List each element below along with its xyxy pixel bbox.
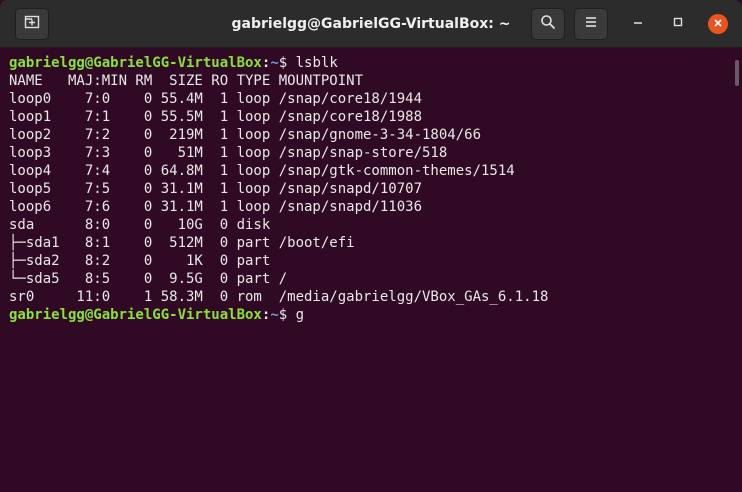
prompt-symbol: $ [278,307,296,323]
output-line: loop1 7:1 0 55.5M 1 loop /snap/core18/19… [9,109,423,125]
new-tab-icon [24,14,40,35]
minimize-button[interactable] [628,14,648,34]
output-line: NAME MAJ:MIN RM SIZE RO TYPE MOUNTPOINT [9,73,364,89]
search-button[interactable] [531,8,565,40]
scrollbar[interactable] [735,60,739,86]
output-line: ├─sda2 8:2 0 1K 0 part [9,253,279,269]
output-line: sda 8:0 0 10G 0 disk [9,217,279,233]
output-line: └─sda5 8:5 0 9.5G 0 part / [9,271,288,287]
output-line: loop6 7:6 0 31.1M 1 loop /snap/snapd/110… [9,199,423,215]
command-input[interactable]: g [296,307,304,323]
prompt-line: gabrielgg@GabrielGG-VirtualBox:~$ lsblk [9,54,742,72]
output-line: loop4 7:4 0 64.8M 1 loop /snap/gtk-commo… [9,163,515,179]
new-tab-button[interactable] [15,8,49,40]
command-text: lsblk [295,55,338,71]
terminal-window: gabrielgg@GabrielGG-VirtualBox: ~ gabrie… [0,0,742,492]
prompt-user-host: gabrielgg@GabrielGG-VirtualBox [9,55,262,71]
output-line: sr0 11:0 1 58.3M 0 rom /media/gabrielgg/… [9,289,549,305]
maximize-icon [672,15,684,33]
output-line: loop2 7:2 0 219M 1 loop /snap/gnome-3-34… [9,127,482,143]
search-icon [540,14,556,35]
minimize-icon [632,15,644,33]
output-line: loop0 7:0 0 55.4M 1 loop /snap/core18/19… [9,91,423,107]
hamburger-menu-icon [584,15,598,34]
title-bar[interactable]: gabrielgg@GabrielGG-VirtualBox: ~ [0,0,742,48]
output-line: ├─sda1 8:1 0 512M 0 part /boot/efi [9,235,355,251]
prompt-path: ~ [270,55,279,71]
prompt-user-host: gabrielgg@GabrielGG-VirtualBox [9,307,262,323]
output-line: loop5 7:5 0 31.1M 1 loop /snap/snapd/107… [9,181,423,197]
close-icon [713,15,723,33]
prompt-path: ~ [270,307,279,323]
close-button[interactable] [708,14,728,34]
maximize-button[interactable] [668,14,688,34]
prompt-symbol: $ [278,55,296,71]
terminal-area[interactable]: gabrielgg@GabrielGG-VirtualBox:~$ lsblk … [0,48,742,492]
prompt-line: gabrielgg@GabrielGG-VirtualBox:~$ g [9,306,742,324]
output-line: loop3 7:3 0 51M 1 loop /snap/snap-store/… [9,145,448,161]
menu-button[interactable] [574,8,608,40]
